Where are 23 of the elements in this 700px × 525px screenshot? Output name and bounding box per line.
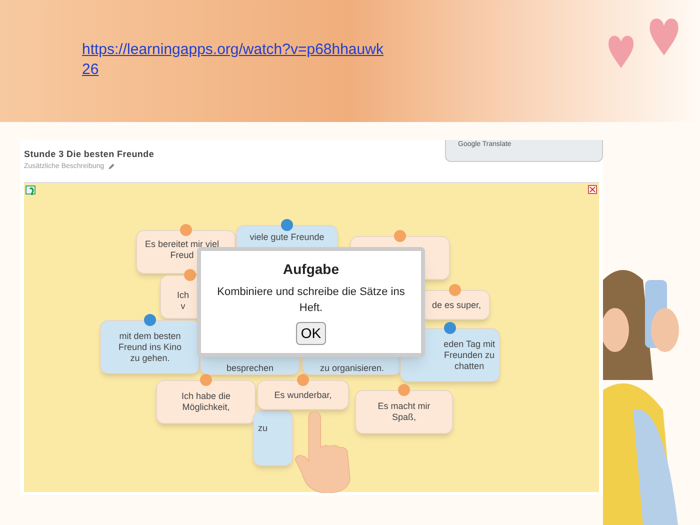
help-icon[interactable] [25,185,37,197]
url-link[interactable]: https://learningapps.org/watch?v=p68hhauwk 26 [82,40,384,80]
ok-button[interactable]: OK [296,322,326,345]
activity-title: Stunde 3 Die besten Freunde [24,148,154,161]
card-text: Es bereitet mir viel Freud [145,239,220,261]
answer-card[interactable]: Es macht mir Spaß, [355,390,453,434]
card-text: Ich v [177,290,190,312]
card-text: zu [258,423,268,434]
answer-card[interactable]: Ich habe die Möglichkeit, [156,380,256,424]
pencil-icon[interactable] [108,163,116,170]
card-text: viele gute Freunde [250,232,324,243]
card-text: eden Tag mit Freunden zu chatten [444,338,495,372]
dialog-title: Aufgabe [283,260,339,279]
card-text: Ich habe die Möglichkeit, [181,391,231,413]
answer-card[interactable]: mit dem besten Freund ins Kino zu gehen. [100,320,200,374]
card-text: zu organisieren. [320,363,384,374]
card-text: de es super, [432,300,481,310]
answer-card[interactable]: Es wunderbar, [257,380,349,410]
card-text: Es macht mir Spaß, [378,401,430,423]
card-text: mit dem besten Freund ins Kino zu gehen. [118,330,182,364]
answer-card[interactable]: zu [253,410,293,466]
card-text: Es wunderbar, [274,390,332,400]
card-text: besprechen [226,363,274,374]
